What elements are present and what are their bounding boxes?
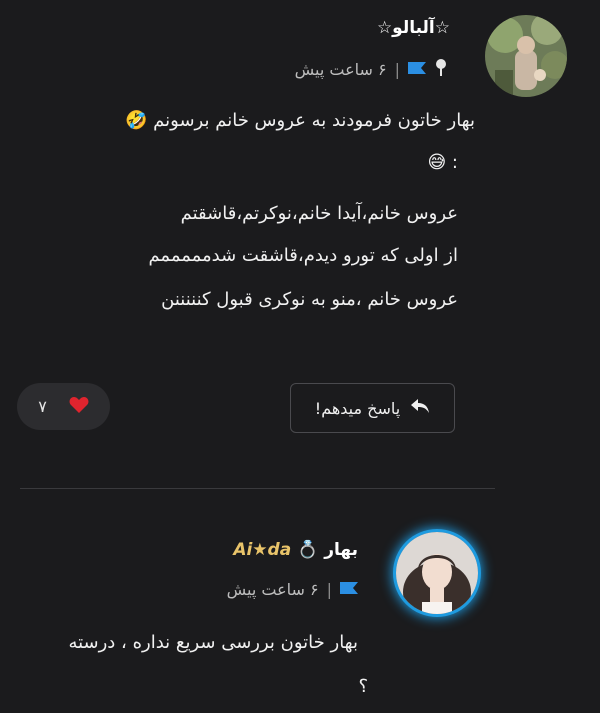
comment-2-line-1: بهار خاتون بررسی سریع نداره ، درسته xyxy=(68,632,358,653)
comment-1-line-2: : 😅 xyxy=(427,152,458,173)
flag-icon xyxy=(408,60,426,79)
comment-2-time: ۶ ساعت پیش xyxy=(226,580,319,599)
comment-1-author[interactable]: ☆آلبالو☆ xyxy=(377,18,450,38)
like-count: ۷ xyxy=(38,397,47,416)
comment-2-avatar[interactable] xyxy=(396,532,478,614)
author-stylized: Ai★da xyxy=(233,540,292,560)
reply-button-label: پاسخ میدهم! xyxy=(314,398,401,418)
comment-2-line-2: ؟ xyxy=(358,676,368,697)
comment-1-time: ۶ ساعت پیش xyxy=(294,59,387,79)
comment-2-meta: | ۶ ساعت پیش xyxy=(227,580,358,599)
comment-2-author[interactable]: بهار 💍 Ai★da xyxy=(233,540,358,560)
ring-emoji: 💍 xyxy=(297,540,319,560)
author-prefix: بهار xyxy=(324,540,358,560)
comment-1-meta: | ۶ ساعت پیش xyxy=(295,58,448,80)
pin-icon xyxy=(434,58,448,80)
comment-divider xyxy=(20,488,495,489)
comment-1-line-1: بهار خاتون فرمودند به عروس خانم برسونم 🤣 xyxy=(125,110,475,131)
heart-icon xyxy=(69,396,89,418)
comment-1-line-4: از اولی که تورو دیدم،قاشقت شدمممممم xyxy=(148,245,458,266)
comment-1-avatar[interactable] xyxy=(485,15,567,97)
comment-1-line-5: عروس خانم ،منو به نوکری قبول کنننننن xyxy=(161,289,458,310)
reply-button[interactable]: پاسخ میدهم! xyxy=(290,383,455,433)
meta-separator: | xyxy=(326,580,332,599)
like-button[interactable]: ۷ xyxy=(17,383,110,430)
flag-icon xyxy=(340,580,358,599)
reply-arrow-icon xyxy=(410,398,430,418)
meta-separator: | xyxy=(394,59,400,79)
comment-1-line-3: عروس خانم،آیدا خانم،نوکرتم،قاشقتم xyxy=(180,203,458,224)
